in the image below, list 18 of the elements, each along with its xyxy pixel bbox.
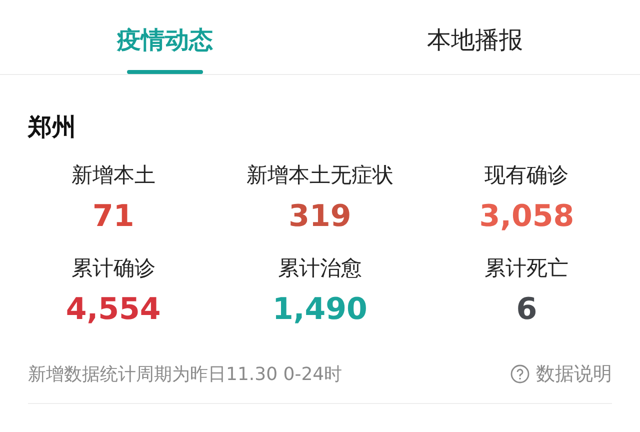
- stat-value: 71: [92, 199, 134, 234]
- data-notes-link[interactable]: 数据说明: [510, 361, 612, 387]
- stat-value: 1,490: [272, 292, 368, 327]
- stat-label: 累计确诊: [71, 255, 156, 282]
- stat-value: 6: [516, 292, 538, 327]
- stat-label: 新增本土: [71, 162, 156, 189]
- stat-label: 累计死亡: [484, 255, 569, 282]
- tab[interactable]: 本地播报: [320, 0, 630, 74]
- city-title: 郑州: [26, 112, 77, 143]
- help-icon: [510, 364, 530, 384]
- stat-label: 现有确诊: [484, 162, 569, 189]
- stat-value: 319: [288, 199, 352, 234]
- stat-value: 4,554: [66, 292, 161, 327]
- tab[interactable]: 疫情动态: [10, 0, 320, 74]
- stat-label: 新增本土无症状: [246, 162, 394, 189]
- stat-label: 累计治愈: [278, 255, 362, 282]
- footer-note: 新增数据统计周期为昨日11.30 0-24时: [28, 363, 342, 386]
- stat-value: 3,058: [479, 199, 574, 234]
